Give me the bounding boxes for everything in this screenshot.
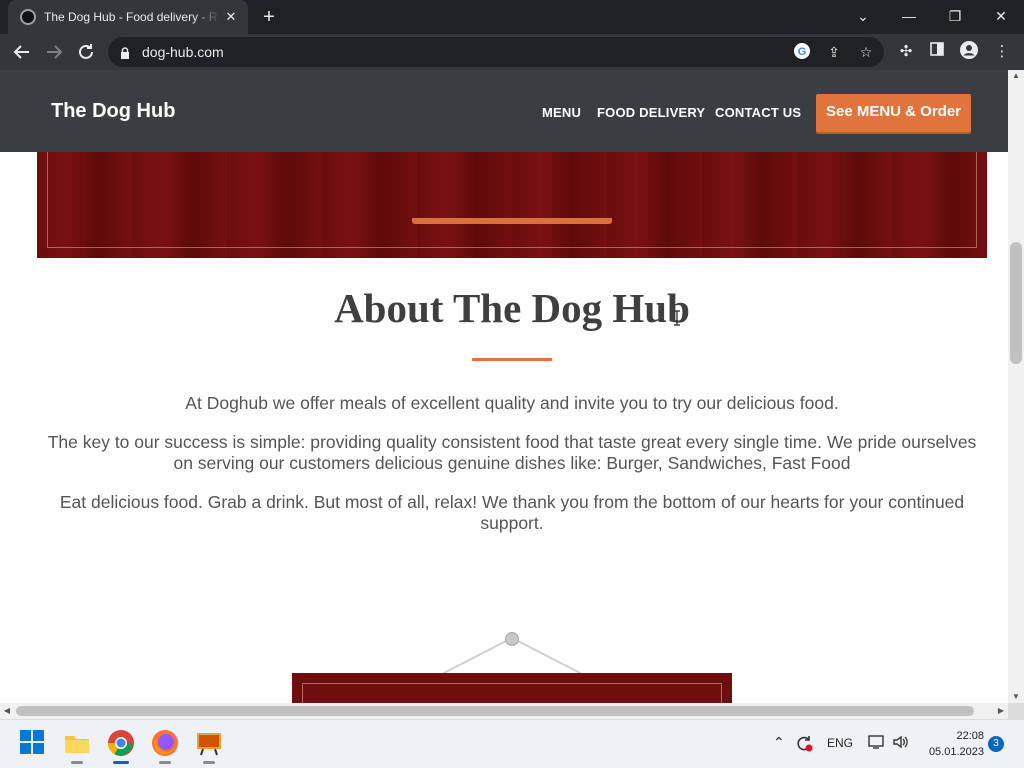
browser-tab-active[interactable]: The Dog Hub - Food delivery - R ✕	[8, 0, 248, 34]
extensions-icon[interactable]: ✣	[895, 41, 917, 63]
scroll-left-icon[interactable]: ◀	[0, 703, 14, 719]
chrome-icon[interactable]	[107, 729, 135, 764]
heading-divider	[472, 358, 552, 361]
volume-icon[interactable]	[892, 734, 910, 753]
windows-start-icon[interactable]	[19, 729, 47, 757]
back-arrow-icon[interactable]	[10, 40, 34, 64]
system-clock[interactable]: 22:08 05.01.2023	[920, 728, 984, 760]
running-indicator	[203, 761, 215, 764]
side-panel-icon[interactable]	[926, 41, 948, 63]
firefox-icon[interactable]	[151, 729, 179, 764]
about-paragraph-1: At Doghub we offer meals of excellent qu…	[185, 393, 839, 413]
page-viewport: The Dog Hub MENU FOOD DELIVERY CONTACT U…	[0, 70, 1008, 703]
share-icon[interactable]: ⇪	[824, 42, 844, 62]
new-tab-button[interactable]: +	[258, 6, 280, 28]
language-indicator[interactable]: ENG	[827, 736, 853, 750]
lock-icon	[120, 46, 130, 59]
sign-nail	[505, 632, 519, 646]
reload-icon[interactable]	[74, 40, 98, 64]
sync-status-icon[interactable]	[795, 734, 813, 755]
browser-toolbar: dog-hub.com G ⇪ ☆ ✣ ⋮	[0, 34, 1024, 70]
tab-title: The Dog Hub - Food delivery - R	[44, 10, 218, 24]
hero-banner	[37, 140, 987, 258]
google-lens-icon[interactable]: G	[792, 42, 812, 62]
horizontal-scroll-thumb[interactable]	[16, 706, 974, 716]
about-heading: About The Dog Hub	[334, 285, 690, 331]
scroll-up-icon[interactable]: ▲	[1008, 70, 1024, 82]
bookmark-star-icon[interactable]: ☆	[856, 42, 876, 62]
more-menu-icon[interactable]: ⋮	[991, 41, 1013, 63]
nav-contact-us[interactable]: CONTACT US	[715, 105, 801, 120]
taskbar: ⌃ ENG 22:08 05.01.2023 3	[0, 719, 1024, 768]
sign-frame	[302, 683, 722, 703]
clock-time: 22:08	[956, 730, 984, 742]
show-hidden-icons-chevron-icon[interactable]: ⌃	[773, 734, 785, 751]
svg-text:G: G	[798, 46, 807, 58]
forward-arrow-icon[interactable]	[42, 40, 66, 64]
active-indicator	[113, 761, 129, 764]
network-icon[interactable]	[868, 734, 886, 753]
close-window-button[interactable]: ✕	[978, 0, 1024, 34]
hanging-sign	[292, 673, 732, 703]
nav-food-delivery[interactable]: FOOD DELIVERY	[597, 105, 705, 120]
scroll-down-icon[interactable]: ▼	[1008, 691, 1024, 703]
scroll-right-icon[interactable]: ▶	[994, 703, 1008, 719]
notification-count-badge[interactable]: 3	[988, 736, 1004, 752]
vertical-scrollbar[interactable]: ▲ ▼	[1008, 70, 1024, 703]
site-header: The Dog Hub MENU FOOD DELIVERY CONTACT U…	[0, 70, 1008, 152]
site-logo[interactable]: The Dog Hub	[51, 100, 175, 123]
url-text: dog-hub.com	[142, 44, 224, 60]
scrollbar-corner	[1008, 703, 1024, 719]
about-paragraph-3: Eat delicious food. Grab a drink. But mo…	[59, 492, 965, 533]
profile-icon[interactable]	[958, 41, 980, 63]
restore-button[interactable]: ❐	[932, 0, 978, 34]
text-cursor-icon	[673, 310, 681, 326]
presentation-app-icon[interactable]	[195, 729, 223, 764]
horizontal-scrollbar[interactable]: ◀ ▶	[0, 703, 1008, 719]
site-favicon-icon	[20, 9, 36, 25]
clock-date: 05.01.2023	[928, 746, 984, 758]
hero-frame	[47, 140, 977, 248]
see-menu-order-button[interactable]: See MENU & Order	[816, 94, 971, 132]
file-explorer-icon[interactable]	[63, 729, 91, 764]
about-paragraph-2: The key to our success is simple: provid…	[47, 432, 977, 473]
tab-search-dropdown-icon[interactable]: ⌄	[840, 0, 886, 34]
running-indicator	[71, 761, 83, 764]
vertical-scroll-thumb[interactable]	[1010, 242, 1022, 364]
nav-menu[interactable]: MENU	[542, 105, 581, 120]
tab-close-icon[interactable]: ✕	[222, 8, 240, 26]
running-indicator	[159, 761, 171, 764]
hero-button-partial[interactable]	[412, 218, 612, 224]
minimize-button[interactable]: —	[886, 0, 932, 34]
address-bar[interactable]: dog-hub.com G ⇪ ☆	[108, 37, 884, 67]
browser-tab-strip: The Dog Hub - Food delivery - R ✕ + ⌄ — …	[0, 0, 1024, 34]
